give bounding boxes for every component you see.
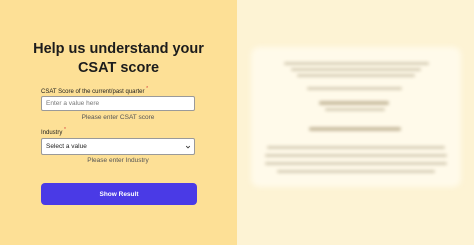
blurred-text-line bbox=[307, 87, 402, 90]
blurred-text-line bbox=[284, 62, 429, 65]
blurred-text-line bbox=[277, 170, 435, 173]
blurred-text-line bbox=[297, 74, 415, 77]
industry-selected-value: Select a value bbox=[46, 143, 87, 150]
csat-score-input[interactable] bbox=[46, 100, 194, 107]
industry-select[interactable]: Select a value bbox=[41, 138, 195, 155]
blurred-result-panel bbox=[237, 0, 474, 245]
csat-label: CSAT Score of the current/past quarter * bbox=[41, 86, 148, 95]
form-panel: Help us understand your CSAT score CSAT … bbox=[0, 0, 237, 245]
form-title-line-1: Help us understand your bbox=[33, 41, 204, 57]
blurred-text-line bbox=[319, 101, 389, 105]
blurred-text-line bbox=[265, 162, 447, 165]
blurred-text-line bbox=[325, 108, 385, 111]
show-result-button[interactable]: Show Result bbox=[41, 183, 197, 205]
csat-required-mark: * bbox=[146, 86, 149, 92]
blurred-text-line bbox=[291, 68, 421, 71]
csat-score-field[interactable] bbox=[41, 96, 195, 111]
csat-hint: Please enter CSAT score bbox=[81, 114, 155, 121]
industry-required-mark: * bbox=[64, 127, 66, 133]
industry-hint: Please enter Industry bbox=[87, 157, 149, 164]
chevron-down-icon bbox=[185, 145, 191, 149]
blurred-text-line bbox=[267, 146, 445, 149]
industry-label: Industry * bbox=[41, 127, 66, 136]
form-title-line-2: CSAT score bbox=[77, 60, 160, 76]
csat-label-text: CSAT Score of the current/past quarter bbox=[41, 89, 145, 95]
csat-page: Help us understand your CSAT score CSAT … bbox=[0, 0, 474, 245]
blurred-text-line bbox=[309, 127, 401, 131]
industry-label-text: Industry bbox=[41, 130, 63, 136]
blurred-text-line bbox=[265, 154, 447, 157]
